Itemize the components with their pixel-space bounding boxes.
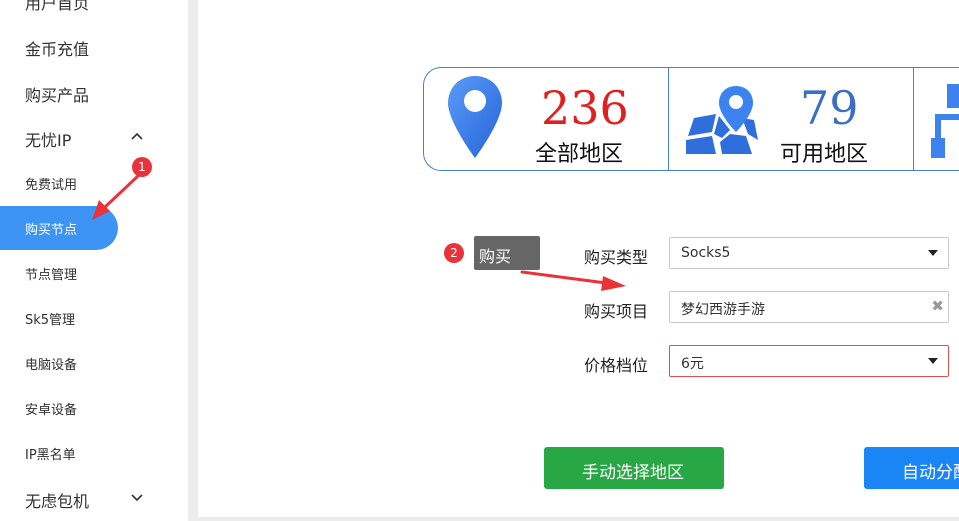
caret-down-icon [928, 358, 938, 364]
stat-divider [668, 67, 669, 171]
sidebar-item-ip-blacklist[interactable]: IP黑名单 [0, 435, 188, 471]
sidebar-item-node-manage[interactable]: 节点管理 [0, 255, 188, 291]
sidebar-item-label: 购买产品 [25, 86, 90, 105]
manual-select-region-button[interactable]: 手动选择地区 [544, 447, 724, 489]
available-region-count: 79 [800, 81, 859, 135]
buy-tooltip: 购买 [474, 236, 540, 270]
sidebar-item-label: 购买节点 [25, 223, 78, 238]
location-pin-icon [448, 76, 502, 158]
annotation-badge-1: 1 [132, 157, 152, 177]
price-tier-select[interactable]: 6元 [669, 345, 949, 377]
map-location-icon [686, 86, 758, 154]
sidebar-item-android-device[interactable]: 安卓设备 [0, 390, 188, 426]
sidebar-item-wuyou-ip[interactable]: 无忧IP [0, 117, 188, 157]
sidebar-item-buy-product[interactable]: 购买产品 [0, 72, 188, 112]
sidebar-item-recharge[interactable]: 金币充值 [0, 26, 188, 66]
sidebar-item-label: 免费试用 [25, 178, 78, 193]
manual-select-region-label: 手动选择地区 [582, 463, 684, 483]
chevron-up-icon [131, 132, 143, 140]
tooltip-text: 购买 [479, 247, 512, 266]
sidebar-item-label: 无忧IP [25, 131, 72, 150]
purchase-type-value: Socks5 [681, 245, 731, 261]
auto-assign-button[interactable]: 自动分配 [864, 447, 959, 489]
sidebar-item-wulv-package[interactable]: 无虑包机 [0, 478, 188, 518]
purchase-type-label: 购买类型 [584, 248, 649, 267]
total-region-count: 236 [541, 81, 629, 135]
sidebar-item-free-trial[interactable]: 免费试用 [0, 165, 188, 201]
total-region-label: 全部地区 [535, 142, 624, 167]
stat-divider [913, 67, 914, 171]
sidebar-item-label: Sk5管理 [25, 313, 76, 328]
sidebar-item-pc-device[interactable]: 电脑设备 [0, 345, 188, 381]
sidebar-item-home[interactable]: 用户首页 [0, 0, 188, 20]
price-tier-label: 价格档位 [584, 356, 649, 375]
sidebar-item-label: 无虑包机 [25, 492, 90, 511]
sidebar-item-label: 金币充值 [25, 40, 90, 59]
purchase-project-select[interactable]: 梦幻西游手游 ✖ [669, 291, 949, 323]
auto-assign-label: 自动分配 [902, 463, 959, 483]
annotation-badge-2: 2 [444, 243, 464, 263]
purchase-project-label: 购买项目 [584, 302, 649, 321]
sidebar: 用户首页 金币充值 购买产品 无忧IP 免费试用 购买节点 节点管理 Sk5管理… [0, 0, 188, 521]
caret-down-icon [928, 250, 938, 256]
sidebar-item-label: 安卓设备 [25, 403, 78, 418]
sidebar-item-label: 节点管理 [25, 268, 78, 283]
sidebar-item-buy-node[interactable]: 购买节点 [0, 206, 118, 250]
main-panel: 236 全部地区 79 可用地区 购买 2 购买类型 Socks5 购买项目 梦… [198, 0, 959, 517]
price-tier-value: 6元 [681, 356, 704, 372]
sidebar-item-sk5-manage[interactable]: Sk5管理 [0, 300, 188, 336]
sidebar-item-label: IP黑名单 [25, 448, 76, 463]
chevron-down-icon [131, 494, 143, 502]
purchase-project-value: 梦幻西游手游 [681, 302, 765, 318]
purchase-type-select[interactable]: Socks5 [669, 237, 949, 269]
clear-icon[interactable]: ✖ [931, 297, 944, 315]
network-structure-icon [931, 84, 959, 158]
available-region-label: 可用地区 [780, 142, 869, 167]
sidebar-item-label: 电脑设备 [25, 358, 78, 373]
sidebar-item-label: 用户首页 [25, 0, 90, 13]
